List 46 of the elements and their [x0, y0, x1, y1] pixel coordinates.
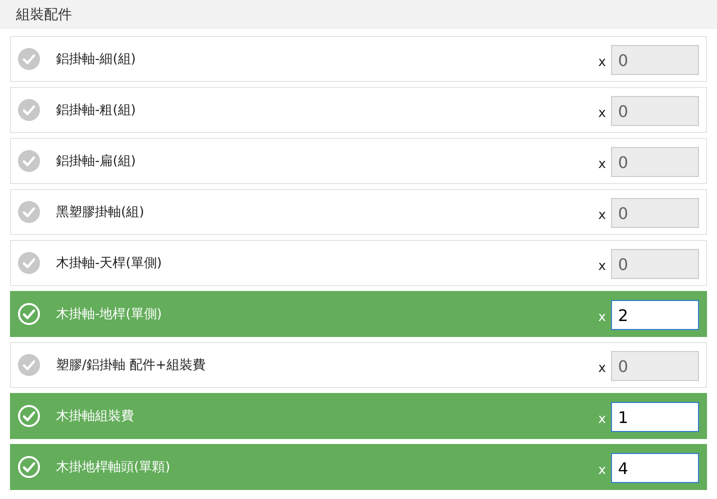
quantity-field[interactable]: 0 [611, 249, 699, 279]
check-icon [18, 99, 40, 121]
option-row[interactable]: 鋁掛軸-細(組) x 0 [10, 36, 707, 82]
check-icon [18, 456, 40, 478]
option-row[interactable]: 鋁掛軸-粗(組) x 0 [10, 87, 707, 133]
option-row[interactable]: 木掛軸-天桿(單側) x 0 [10, 240, 707, 286]
option-row[interactable]: 木掛軸-地桿(單側) x 2 [10, 291, 707, 337]
check-icon [18, 405, 40, 427]
option-label: 木掛軸-天桿(單側) [56, 255, 163, 272]
check-icon [18, 303, 40, 325]
check-icon [18, 252, 40, 274]
multiplier-sign: x [598, 310, 606, 324]
multiplier-sign: x [598, 462, 606, 478]
check-icon [18, 150, 40, 172]
multiplier-sign: x [598, 156, 606, 172]
multiplier-sign: x [598, 258, 606, 274]
option-label: 鋁掛軸-粗(組) [56, 102, 137, 119]
option-label: 鋁掛軸-扁(組) [56, 153, 137, 170]
option-label: 鋁掛軸-細(組) [56, 51, 137, 68]
option-row[interactable]: 鋁掛軸-扁(組) x 0 [10, 138, 707, 184]
option-row[interactable]: 木掛軸組裝費 x 1 [10, 393, 707, 439]
quantity-field[interactable]: 0 [611, 45, 699, 75]
multiplier-sign: x [598, 54, 606, 70]
option-label: 木掛地桿軸頭(單顆) [56, 459, 172, 476]
option-label: 塑膠/鋁掛軸 配件+組裝費 [56, 357, 206, 374]
section-title: 組裝配件 [16, 6, 72, 24]
quantity-field[interactable]: 0 [611, 351, 699, 381]
quantity-field[interactable]: 0 [611, 96, 699, 126]
option-label: 黑塑膠掛軸(組) [56, 204, 146, 221]
check-icon [18, 354, 40, 376]
option-row[interactable]: 木掛地桿軸頭(單顆) x 4 [10, 444, 707, 490]
multiplier-sign: x [598, 106, 606, 120]
quantity-field[interactable]: 0 [611, 198, 699, 228]
check-icon [18, 48, 40, 70]
quantity-field[interactable]: 0 [611, 147, 699, 177]
check-icon [18, 201, 40, 223]
option-label: 木掛軸-地桿(單側) [56, 306, 163, 323]
multiplier-sign: x [598, 208, 606, 222]
quantity-field[interactable]: 4 [611, 453, 699, 483]
quantity-field[interactable]: 2 [611, 300, 699, 330]
option-row[interactable]: 塑膠/鋁掛軸 配件+組裝費 x 0 [10, 342, 707, 388]
option-label: 木掛軸組裝費 [56, 408, 135, 425]
option-row[interactable]: 黑塑膠掛軸(組) x 0 [10, 189, 707, 235]
quantity-field[interactable]: 1 [611, 402, 699, 432]
multiplier-sign: x [598, 412, 606, 426]
multiplier-sign: x [598, 360, 606, 376]
